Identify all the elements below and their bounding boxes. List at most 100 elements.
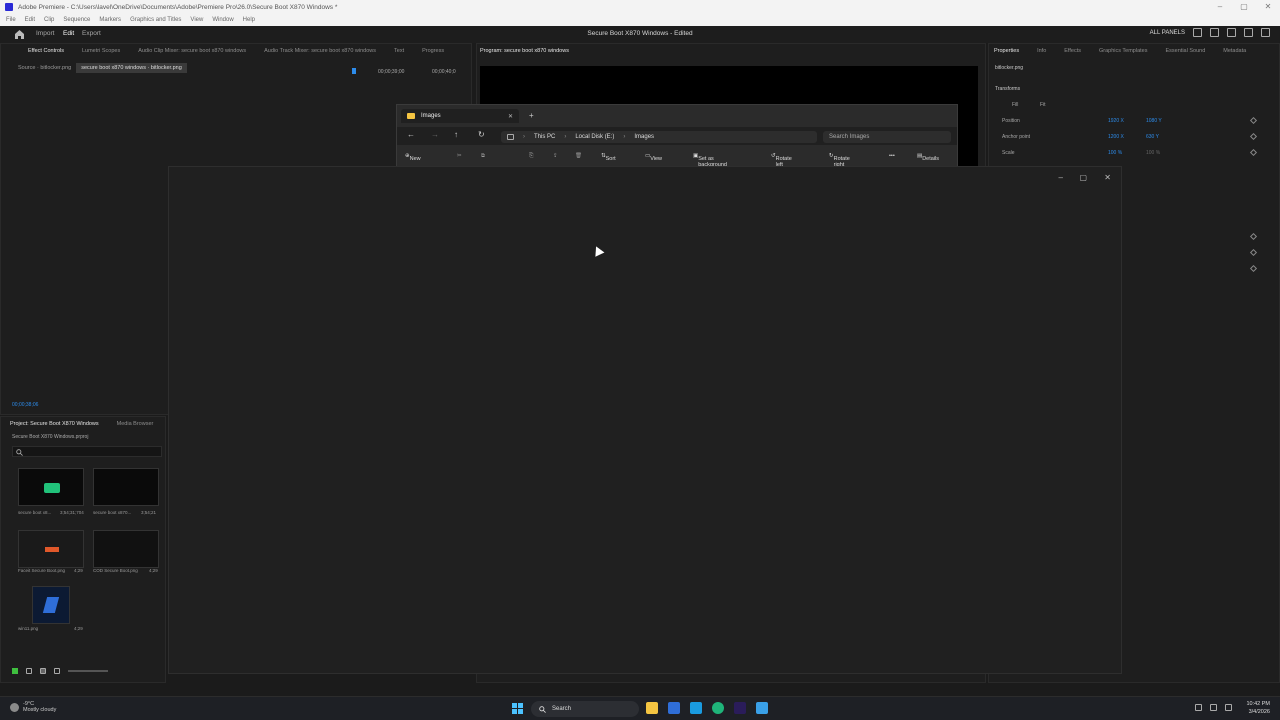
volume-icon[interactable]: [1225, 704, 1232, 711]
all-panels-button[interactable]: ALL PANELS: [1150, 30, 1185, 36]
snipping-tool-icon[interactable]: [690, 702, 702, 714]
project-item-thumbnail[interactable]: [18, 530, 84, 568]
sequence-chip[interactable]: secure boot x870 windows · bitlocker.png: [76, 62, 187, 73]
up-icon[interactable]: ↑: [454, 130, 458, 139]
network-icon[interactable]: [1210, 704, 1217, 711]
transforms-section[interactable]: Transforms: [995, 86, 1020, 92]
tab-edit[interactable]: Edit: [63, 30, 74, 37]
refresh-icon[interactable]: ↻: [478, 130, 485, 139]
close-tab-icon[interactable]: ✕: [508, 113, 513, 120]
new-tab-icon[interactable]: +: [529, 111, 534, 120]
menu-file[interactable]: File: [6, 17, 16, 23]
icon-view-icon[interactable]: [40, 668, 46, 674]
menu-clip[interactable]: Clip: [44, 17, 54, 23]
notifications-icon[interactable]: [1244, 28, 1253, 37]
anchor-y-value[interactable]: 630 Y: [1146, 134, 1159, 140]
new-button[interactable]: ⊕ New: [405, 153, 421, 162]
project-item-thumbnail[interactable]: [93, 530, 159, 568]
file-explorer-icon[interactable]: [646, 702, 658, 714]
project-search-input[interactable]: [12, 446, 162, 457]
scale-value-secondary[interactable]: 100 %: [1146, 150, 1160, 156]
maximize-button[interactable]: ▢: [1232, 0, 1256, 14]
copy-icon[interactable]: ⧉: [481, 153, 485, 160]
maximize-button[interactable]: ▢: [1079, 173, 1087, 182]
tab-media-browser[interactable]: Media Browser: [117, 421, 154, 427]
explorer-tab[interactable]: Images ✕: [401, 109, 519, 123]
tab-lumetri-scopes[interactable]: Lumetri Scopes: [82, 48, 120, 54]
rotate-left-button[interactable]: ↺ Rotate left: [771, 153, 792, 168]
menu-help[interactable]: Help: [243, 17, 255, 23]
tab-effects[interactable]: Effects: [1064, 48, 1081, 54]
crumb-local-disk[interactable]: Local Disk (E:): [575, 134, 614, 140]
tab-export[interactable]: Export: [82, 30, 101, 37]
current-timecode[interactable]: 00;00;38;06: [12, 402, 38, 408]
menu-icon[interactable]: [1227, 28, 1236, 37]
sort-button[interactable]: ⇅ Sort: [601, 153, 616, 162]
tab-progress[interactable]: Progress: [422, 48, 444, 54]
set-background-button[interactable]: ▣ Set as background: [693, 153, 727, 168]
close-button[interactable]: ✕: [1256, 0, 1280, 14]
minimize-button[interactable]: –: [1059, 173, 1063, 182]
edge-icon[interactable]: [712, 702, 724, 714]
fit-button[interactable]: Fit: [1040, 102, 1046, 108]
project-item-thumbnail[interactable]: [32, 586, 70, 624]
project-item-thumbnail[interactable]: [93, 468, 159, 506]
menu-sequence[interactable]: Sequence: [63, 17, 90, 23]
forward-icon[interactable]: →: [431, 130, 439, 139]
share-icon[interactable]: ⇪: [553, 153, 558, 159]
freeform-view-icon[interactable]: [54, 668, 60, 674]
more-options-icon[interactable]: •••: [889, 153, 895, 159]
weather-widget[interactable]: -9°C Mostly cloudy: [10, 701, 56, 713]
explorer-search-input[interactable]: Search Images: [823, 131, 951, 143]
position-y-value[interactable]: 1080 Y: [1146, 118, 1162, 124]
tab-project[interactable]: Project: Secure Boot X870 Windows: [10, 421, 99, 427]
rotate-right-button[interactable]: ↻ Rotate right: [829, 153, 850, 168]
tab-audio-track-mixer[interactable]: Audio Track Mixer: secure boot x870 wind…: [264, 48, 376, 54]
premiere-taskbar-icon[interactable]: [734, 702, 746, 714]
playhead-marker[interactable]: [352, 68, 356, 74]
photos-taskbar-icon[interactable]: [756, 702, 768, 714]
tab-essential-sound[interactable]: Essential Sound: [1166, 48, 1206, 54]
clock[interactable]: 10:42 PM 3/4/2026: [1246, 700, 1270, 716]
tab-info[interactable]: Info: [1037, 48, 1046, 54]
image-viewer-window[interactable]: – ▢ ✕: [168, 166, 1122, 674]
fill-button[interactable]: Fill: [1012, 102, 1018, 108]
tab-properties[interactable]: Properties: [994, 48, 1019, 54]
tab-text[interactable]: Text: [394, 48, 404, 54]
scale-value[interactable]: 100 %: [1108, 150, 1122, 156]
list-view-icon[interactable]: [26, 668, 32, 674]
fullscreen-icon[interactable]: [1261, 28, 1270, 37]
anchor-x-value[interactable]: 1200 X: [1108, 134, 1124, 140]
tab-metadata[interactable]: Metadata: [1223, 48, 1246, 54]
project-item-thumbnail[interactable]: [18, 468, 84, 506]
crumb-this-pc[interactable]: This PC: [534, 134, 555, 140]
menu-window[interactable]: Window: [212, 17, 233, 23]
position-x-value[interactable]: 1920 X: [1108, 118, 1124, 124]
taskbar-search[interactable]: Search: [531, 701, 639, 717]
rename-icon[interactable]: ⎘: [529, 153, 533, 160]
store-icon[interactable]: [668, 702, 680, 714]
menu-view[interactable]: View: [190, 17, 203, 23]
start-button[interactable]: [512, 703, 523, 714]
details-button[interactable]: ▤ Details: [917, 153, 939, 162]
pencil-icon[interactable]: [12, 668, 18, 674]
view-button[interactable]: ▭ View: [645, 153, 662, 162]
back-icon[interactable]: ←: [407, 130, 415, 139]
delete-icon[interactable]: 🗑: [575, 153, 582, 159]
minimize-button[interactable]: –: [1208, 0, 1232, 14]
tab-import[interactable]: Import: [36, 30, 54, 37]
tab-effect-controls[interactable]: Effect Controls: [28, 48, 64, 54]
menu-graphics[interactable]: Graphics and Titles: [130, 17, 181, 23]
tab-program[interactable]: Program: secure boot x870 windows: [480, 48, 569, 54]
close-button[interactable]: ✕: [1104, 173, 1111, 182]
home-icon[interactable]: [14, 29, 25, 39]
crumb-images[interactable]: Images: [634, 134, 654, 140]
workspace-icon[interactable]: [1193, 28, 1202, 37]
zoom-slider[interactable]: [68, 670, 108, 672]
quick-export-icon[interactable]: [1210, 28, 1219, 37]
tab-audio-clip-mixer[interactable]: Audio Clip Mixer: secure boot x870 windo…: [138, 48, 246, 54]
source-chip[interactable]: Source · bitlocker.png: [13, 63, 76, 73]
mic-icon[interactable]: [1195, 704, 1202, 711]
tab-graphics-templates[interactable]: Graphics Templates: [1099, 48, 1148, 54]
cut-icon[interactable]: ✂: [457, 153, 462, 159]
